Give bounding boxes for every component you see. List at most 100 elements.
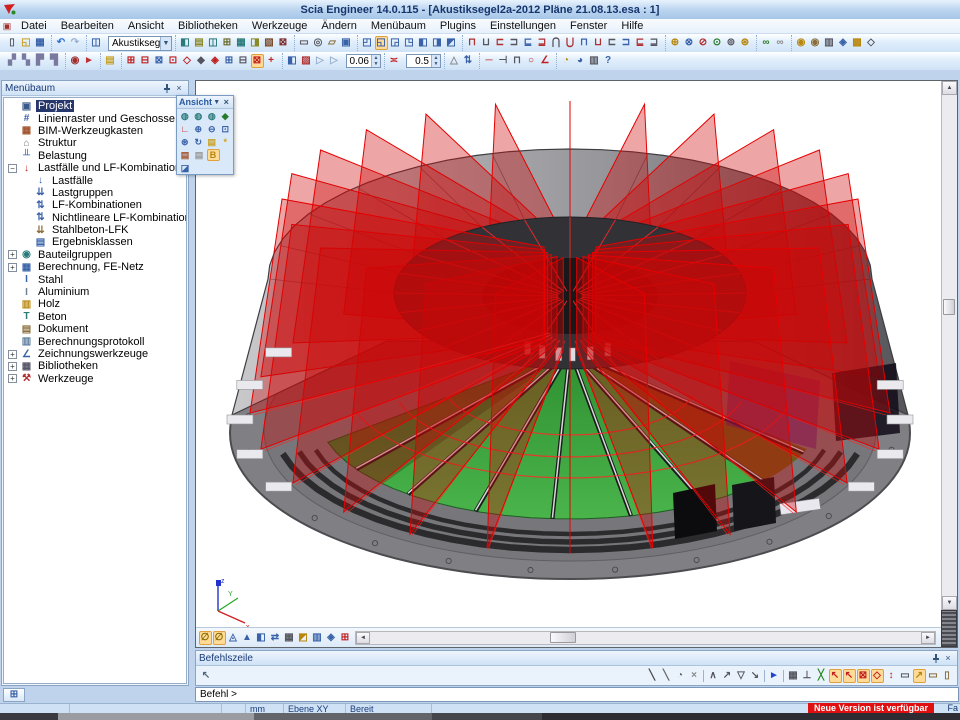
- materials-icon[interactable]: ▦: [235, 36, 248, 50]
- expand-toggle-icon[interactable]: +: [8, 374, 17, 383]
- load-scale-field[interactable]: 0.5▲▼: [406, 54, 441, 68]
- modify-tool-icon[interactable]: ⊗: [683, 36, 696, 50]
- hatching-toggle-icon[interactable]: ≍: [388, 54, 401, 68]
- grid-icon[interactable]: ⊞: [221, 36, 234, 50]
- tree-item-bim-werkzeugkasten[interactable]: ▦BIM-Werkzeugkasten: [4, 125, 186, 137]
- tree-item-lastfalle[interactable]: ↓Lastfälle: [4, 174, 186, 186]
- support-display-icon[interactable]: ⊠: [153, 54, 166, 68]
- command-input[interactable]: Befehl >: [195, 687, 959, 702]
- close-icon[interactable]: ×: [942, 652, 954, 664]
- pin-icon[interactable]: [930, 652, 942, 664]
- print-preview-icon[interactable]: ◎: [312, 36, 325, 50]
- node-display-icon[interactable]: ⊞: [125, 54, 138, 68]
- document-menu-icon[interactable]: ▣: [0, 21, 14, 32]
- snap-line-2-icon[interactable]: ╲: [660, 669, 673, 683]
- member-tool-icon[interactable]: ⊏: [494, 36, 507, 50]
- draw-circle-icon[interactable]: ○: [525, 54, 538, 68]
- print-icon[interactable]: ▭: [298, 36, 311, 50]
- chain-link-icon[interactable]: ∞: [760, 36, 773, 50]
- wireframe-view-icon[interactable]: ◧: [255, 631, 268, 645]
- view-front-icon[interactable]: ◍: [179, 110, 192, 122]
- cross-sections-icon[interactable]: ◨: [249, 36, 262, 50]
- layers-icon[interactable]: ◫: [207, 36, 220, 50]
- window-split-v-icon[interactable]: ◨: [431, 36, 444, 50]
- cleaner-icon[interactable]: ⊠: [277, 36, 290, 50]
- snap-mode-arc-icon[interactable]: ↗: [913, 669, 926, 683]
- snap-midpoint-icon[interactable]: ▽: [735, 669, 748, 683]
- tree-item-struktur[interactable]: ⌂Struktur: [4, 137, 186, 149]
- tree-item-holz[interactable]: ▥Holz: [4, 298, 186, 310]
- layer-manager-icon[interactable]: ▤: [104, 54, 117, 68]
- 3d-viewport[interactable]: zYx: [196, 81, 941, 627]
- zoom-all-icon[interactable]: ⊛: [179, 136, 192, 148]
- member-tool-icon[interactable]: ⊔: [592, 36, 605, 50]
- expand-toggle-icon[interactable]: −: [8, 164, 17, 173]
- expand-toggle-icon[interactable]: +: [8, 250, 17, 259]
- project-window-icon[interactable]: ◫: [90, 36, 103, 50]
- search-member-icon[interactable]: ◉: [809, 36, 822, 50]
- light-toggle-icon[interactable]: *: [219, 136, 232, 148]
- background-color-icon[interactable]: B: [207, 149, 220, 161]
- fast-adjust-icon[interactable]: ▷: [314, 54, 327, 68]
- label-display-icon[interactable]: ◆: [195, 54, 208, 68]
- selection-filter-icon[interactable]: ◈: [837, 36, 850, 50]
- menu-einstellungen[interactable]: Einstellungen: [483, 19, 563, 33]
- save-project-icon[interactable]: ▦: [34, 36, 47, 50]
- snap-mode-intersection-icon[interactable]: ⊠: [857, 669, 870, 683]
- window-cascade-icon[interactable]: ◩: [445, 36, 458, 50]
- tree-item-bibliotheken[interactable]: +▦Bibliotheken: [4, 360, 186, 372]
- modify-tool-icon[interactable]: ⊙: [711, 36, 724, 50]
- perspective-toggle-icon[interactable]: ∅: [199, 631, 212, 645]
- zoom-in-icon[interactable]: ⊕: [192, 123, 205, 135]
- perspective-toggle-2-icon[interactable]: ∅: [213, 631, 226, 645]
- fly-mode-icon[interactable]: ►: [83, 54, 96, 68]
- menu-fenster[interactable]: Fenster: [563, 19, 614, 33]
- pin-icon[interactable]: [161, 82, 173, 94]
- table-view-icon[interactable]: ▥: [823, 36, 836, 50]
- modify-tool-icon[interactable]: ⊕: [669, 36, 682, 50]
- dot-grid-icon[interactable]: ▦: [787, 669, 800, 683]
- expand-toggle-icon[interactable]: +: [8, 350, 17, 359]
- mesh-size-field[interactable]: 0.06▲▼: [346, 54, 381, 68]
- snap-line-icon[interactable]: ╲: [646, 669, 659, 683]
- tree-item-stahl[interactable]: IStahl: [4, 273, 186, 285]
- rendering-icon[interactable]: ⊟: [237, 54, 250, 68]
- member-tool-icon[interactable]: ⊓: [466, 36, 479, 50]
- menu-bibliotheken[interactable]: Bibliotheken: [171, 19, 245, 33]
- scroll-right-icon[interactable]: ►: [921, 632, 935, 644]
- member-tool-icon[interactable]: ⋃: [564, 36, 577, 50]
- hscroll-thumb[interactable]: [550, 632, 576, 643]
- window-layout-2-icon[interactable]: ◱: [375, 36, 388, 50]
- ortho-mode-icon[interactable]: ⊥: [801, 669, 814, 683]
- picture-gallery-icon[interactable]: ▱: [326, 36, 339, 50]
- activity-filter-icon[interactable]: ▩: [851, 36, 864, 50]
- label-display-icon[interactable]: ◇: [181, 54, 194, 68]
- draw-line-icon[interactable]: ─: [483, 54, 496, 68]
- tree-item-projekt[interactable]: ▣Projekt: [4, 100, 186, 112]
- zoom-out-icon[interactable]: ⊖: [206, 123, 219, 135]
- snap-node-icon[interactable]: ∧: [707, 669, 720, 683]
- tree-item-ergebnisklassen[interactable]: ▤Ergebnisklassen: [4, 236, 186, 248]
- tree-item-dokument[interactable]: ▤Dokument: [4, 323, 186, 335]
- profiles-icon[interactable]: ▧: [263, 36, 276, 50]
- close-icon[interactable]: ×: [173, 82, 185, 94]
- snap-mode-midpoint-icon[interactable]: ↖: [843, 669, 856, 683]
- local-axes-icon[interactable]: ◈: [209, 54, 222, 68]
- member-tool-icon[interactable]: ⊑: [522, 36, 535, 50]
- search-icon[interactable]: ◉: [795, 36, 808, 50]
- corner-grip[interactable]: [941, 610, 957, 647]
- member-tool-icon[interactable]: ⊓: [578, 36, 591, 50]
- update-notification-badge[interactable]: Neue Version ist verfügbar: [808, 703, 934, 713]
- snap-arc-icon[interactable]: ◔: [674, 669, 687, 683]
- snap-delete-icon[interactable]: ×: [688, 669, 701, 683]
- tree-item-beton[interactable]: TBeton: [4, 311, 186, 323]
- window-layout-4-icon[interactable]: ◳: [403, 36, 416, 50]
- document-icon[interactable]: ▣: [340, 36, 353, 50]
- expand-toggle-icon[interactable]: +: [8, 263, 17, 272]
- what-is-this-icon[interactable]: ?: [602, 54, 615, 68]
- project-settings-icon[interactable]: ◧: [179, 36, 192, 50]
- window-layout-1-icon[interactable]: ◰: [361, 36, 374, 50]
- calc-info-icon[interactable]: ◕: [574, 54, 587, 68]
- copy-add-data-icon[interactable]: ▛: [34, 54, 47, 68]
- spinner-arrows-icon[interactable]: ▲▼: [431, 55, 440, 67]
